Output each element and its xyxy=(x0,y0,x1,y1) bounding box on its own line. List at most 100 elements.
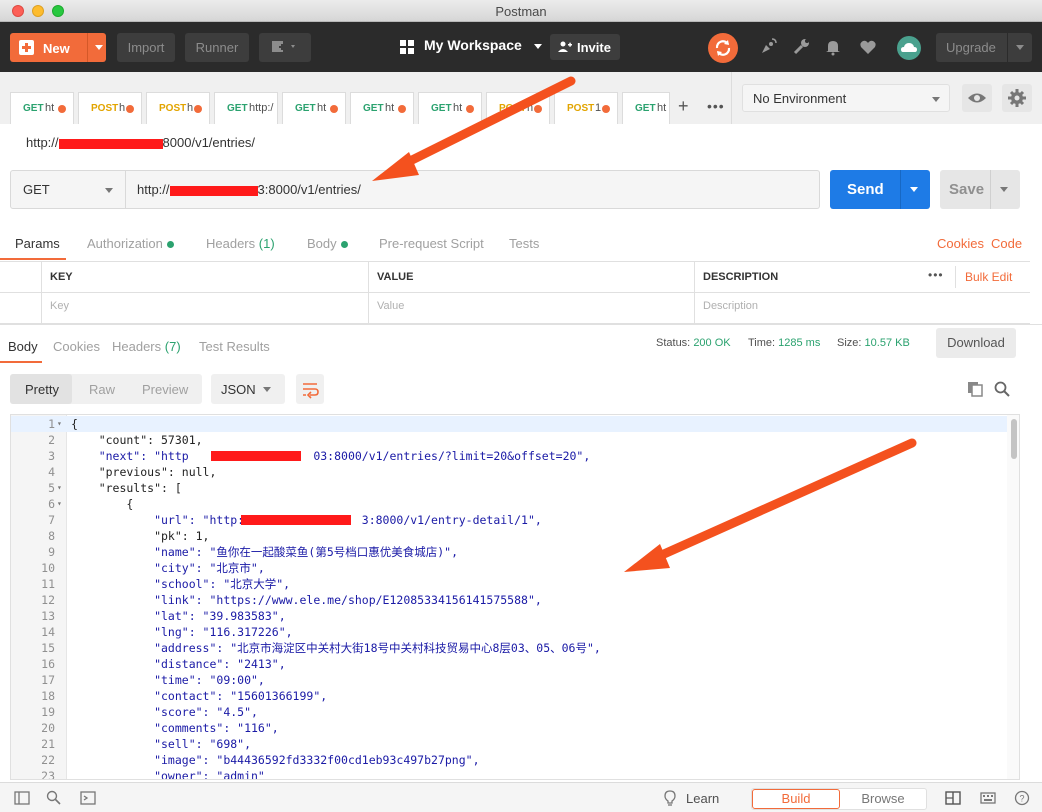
tab-response-cookies[interactable]: Cookies xyxy=(53,339,100,354)
request-tab[interactable]: GET ht xyxy=(418,92,482,124)
cookies-link[interactable]: Cookies xyxy=(937,236,984,251)
bulk-edit-link[interactable]: Bulk Edit xyxy=(965,270,1012,284)
environment-label: No Environment xyxy=(753,91,847,106)
satellite-icon[interactable] xyxy=(758,37,778,57)
param-key-input[interactable]: Key xyxy=(41,293,368,324)
param-value-input[interactable]: Value xyxy=(368,293,694,324)
cloud-sync-icon[interactable] xyxy=(897,36,921,60)
wrap-lines-button[interactable] xyxy=(296,374,324,404)
request-tab[interactable]: GET http:/ xyxy=(214,92,278,124)
sidebar-toggle-icon[interactable] xyxy=(14,790,30,806)
tab-test-results[interactable]: Test Results xyxy=(199,339,270,354)
tab-response-body[interactable]: Body xyxy=(8,339,38,354)
chevron-down-icon[interactable] xyxy=(1016,45,1024,50)
line-number: 12 xyxy=(41,593,55,607)
format-preview[interactable]: Preview xyxy=(142,382,188,397)
new-button[interactable]: New xyxy=(10,33,106,62)
request-tab[interactable]: GET ht xyxy=(350,92,414,124)
copy-icon[interactable] xyxy=(967,381,983,400)
request-tab[interactable]: POST h xyxy=(78,92,142,124)
language-select[interactable]: JSON xyxy=(211,374,285,404)
status-value: 200 OK xyxy=(693,337,731,349)
heart-icon[interactable] xyxy=(858,37,878,57)
search-glyph xyxy=(994,381,1010,397)
save-label: Save xyxy=(949,181,985,198)
chevron-down-icon[interactable] xyxy=(1000,187,1008,192)
tab-name: h xyxy=(187,102,194,114)
upgrade-button[interactable]: Upgrade xyxy=(936,33,1032,62)
format-raw[interactable]: Raw xyxy=(89,382,115,397)
request-tab[interactable]: GET ht xyxy=(622,92,670,124)
import-button[interactable]: Import xyxy=(117,33,175,62)
row-checkbox[interactable] xyxy=(0,293,41,324)
fold-icon[interactable]: ▾ xyxy=(57,416,62,432)
browse-mode-button[interactable]: Browse xyxy=(840,789,926,809)
request-tab[interactable]: GET ht xyxy=(282,92,346,124)
download-button[interactable]: Download xyxy=(936,328,1016,358)
fold-icon[interactable]: ▾ xyxy=(57,496,62,512)
search-icon[interactable] xyxy=(994,381,1010,400)
find-icon[interactable] xyxy=(46,790,62,806)
format-pretty[interactable]: Pretty xyxy=(25,382,59,397)
wrench-icon[interactable] xyxy=(792,37,812,57)
tab-name: ht xyxy=(657,102,667,114)
send-button[interactable]: Send xyxy=(830,170,930,209)
console-glyph xyxy=(80,791,96,805)
size-value: 10.57 KB xyxy=(864,337,910,349)
keyboard-shortcuts-icon[interactable] xyxy=(980,790,996,806)
two-pane-icon[interactable] xyxy=(945,790,961,806)
request-tab[interactable]: POST 1 xyxy=(554,92,618,124)
tab-method: GET xyxy=(295,103,316,114)
status-dot xyxy=(166,241,174,249)
redaction-mark xyxy=(211,451,301,461)
grid-icon xyxy=(400,40,414,54)
tab-body[interactable]: Body xyxy=(307,236,348,251)
code-text: "score": "4.5", xyxy=(71,705,258,719)
url-suffix: 3:8000/v1/entries/ xyxy=(257,182,361,197)
response-body-editor[interactable]: 1 ▾{ 2 "count": 57301, 3 "next": "http 03… xyxy=(10,414,1020,780)
request-tab[interactable]: POST h xyxy=(486,92,550,124)
runner-button[interactable]: Runner xyxy=(185,33,249,62)
tab-label: Headers xyxy=(206,236,256,251)
satellite-glyph xyxy=(762,38,777,53)
environment-quick-look-button[interactable] xyxy=(962,84,992,112)
tab-params[interactable]: Params xyxy=(15,236,60,251)
add-tab-icon[interactable]: + xyxy=(678,96,689,117)
request-tab[interactable]: GET ht xyxy=(10,92,74,124)
tab-headers[interactable]: Headers (1) xyxy=(206,236,275,251)
console-icon[interactable] xyxy=(80,790,96,806)
learn-link[interactable]: Learn xyxy=(686,791,719,806)
new-window-button[interactable] xyxy=(259,33,311,62)
tab-response-headers[interactable]: Headers (7) xyxy=(112,339,181,354)
tab-method: GET xyxy=(23,103,44,114)
code-text: { xyxy=(71,417,78,431)
manage-environments-button[interactable] xyxy=(1002,84,1032,112)
save-button[interactable]: Save xyxy=(940,170,1020,209)
code-link[interactable]: Code xyxy=(991,236,1022,251)
scrollbar-thumb[interactable] xyxy=(1011,419,1017,459)
method-select[interactable]: GET xyxy=(10,170,126,209)
help-icon[interactable]: ? xyxy=(1014,790,1030,806)
more-options-icon[interactable]: ••• xyxy=(928,268,944,282)
workspace-selector[interactable]: My Workspace xyxy=(424,37,542,53)
bell-icon[interactable] xyxy=(823,37,843,57)
url-input[interactable]: http:// 3:8000/v1/entries/ xyxy=(126,170,820,209)
code-line: 12 "link": "https://www.ele.me/shop/E120… xyxy=(11,592,1007,608)
tab-authorization[interactable]: Authorization xyxy=(87,236,174,251)
tab-tests[interactable]: Tests xyxy=(509,236,539,251)
request-tab[interactable]: POST h xyxy=(146,92,210,124)
more-tabs-icon[interactable]: ••• xyxy=(707,98,725,114)
vertical-scrollbar[interactable] xyxy=(1007,415,1019,779)
param-description-input[interactable]: Description xyxy=(694,293,1030,324)
fold-icon[interactable]: ▾ xyxy=(57,480,62,496)
chevron-down-icon[interactable] xyxy=(95,45,103,50)
code-text: "owner": "admin" xyxy=(71,769,265,780)
chevron-down-icon[interactable] xyxy=(910,187,918,192)
invite-button[interactable]: Invite xyxy=(550,34,620,60)
sync-icon[interactable] xyxy=(708,33,738,63)
build-mode-button[interactable]: Build xyxy=(752,789,840,809)
request-name[interactable]: http:// 8000/v1/entries/ xyxy=(26,135,255,150)
tab-name: ht xyxy=(45,102,55,114)
tab-prerequest-script[interactable]: Pre-request Script xyxy=(379,236,484,251)
environment-select[interactable]: No Environment xyxy=(742,84,950,112)
